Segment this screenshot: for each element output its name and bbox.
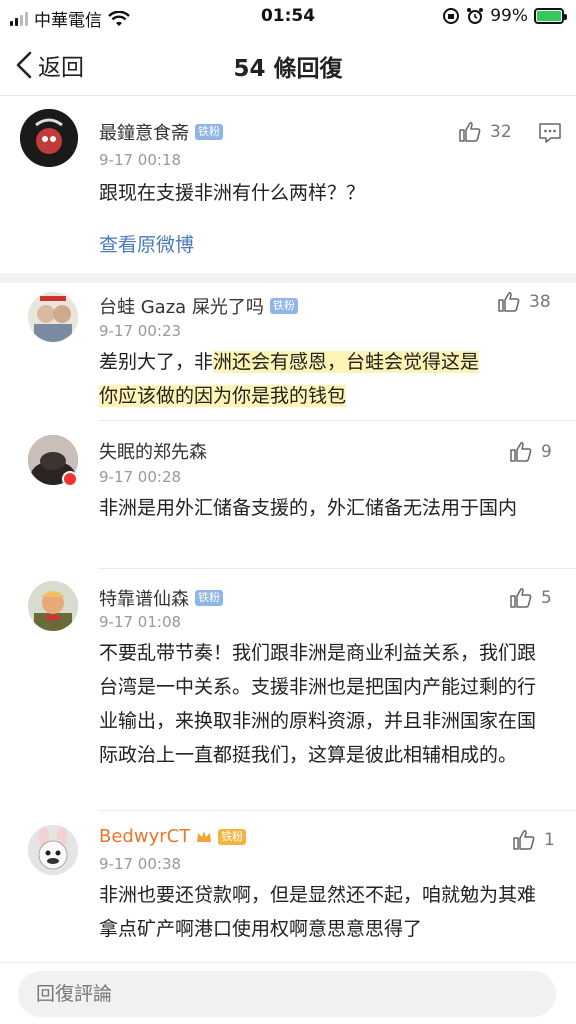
thumbs-up-icon	[498, 292, 520, 312]
avatar[interactable]	[20, 109, 78, 167]
timestamp: 9-17 00:28	[99, 468, 182, 486]
like-button[interactable]: 38	[497, 290, 551, 314]
username[interactable]: 失眠的郑先森	[99, 438, 207, 464]
avatar[interactable]	[28, 581, 78, 631]
fan-badge: 铁粉	[269, 298, 298, 314]
timestamp: 9-17 00:23	[99, 322, 182, 340]
orientation-lock-icon	[443, 8, 460, 24]
timestamp: 9-17 01:08	[99, 613, 182, 631]
like-button[interactable]: 1	[512, 828, 555, 852]
comment-text: 非洲也要还贷款啊，但是显然还不起，咱就勉为其难拿点矿产啊港口使用权啊意思意思得了	[99, 884, 537, 940]
comment-text: 跟现在支援非洲有什么两样？？	[99, 182, 366, 204]
thumbs-up-icon	[510, 442, 532, 462]
like-count: 32	[490, 122, 512, 142]
verified-badge	[62, 471, 78, 487]
reply-input[interactable]: 回復評論	[18, 971, 556, 1017]
reply-icon[interactable]	[538, 121, 562, 145]
comment-text: 不要乱带节奏！我们跟非洲是商业利益关系，我们跟台湾是一中关系。支援非洲也是把国内…	[99, 642, 537, 766]
reply-item: BedwyrCT 铁粉 9-17 00:38 非洲也要还贷款啊，但是显然还不起，…	[0, 811, 576, 962]
highlight-mark: 洲还会有感恩，台蛙会觉得这是	[213, 351, 480, 373]
timestamp: 9-17 00:18	[99, 151, 182, 169]
section-gap	[0, 273, 576, 283]
alarm-icon	[467, 8, 484, 24]
username[interactable]: 台蛙 Gaza 屎光了吗	[99, 293, 264, 319]
avatar[interactable]	[28, 825, 78, 875]
nav-bar: 返回 54 條回復	[0, 34, 576, 96]
username[interactable]: 最鐘意食斋	[99, 119, 189, 145]
thumbs-up-icon	[510, 588, 532, 608]
like-button[interactable]: 32	[458, 120, 512, 144]
like-button[interactable]: 9	[509, 440, 552, 464]
thumbs-up-icon	[513, 830, 535, 850]
reply-bar: 回復評論	[0, 962, 576, 1024]
reply-item: 失眠的郑先森 9-17 00:28 非洲是用外汇储备支援的，外汇储备无法用于国内…	[0, 421, 576, 569]
like-count: 9	[541, 442, 552, 462]
main-comment: 最鐘意食斋 铁粉 9-17 00:18 跟现在支援非洲有什么两样？？ 查看原微博…	[0, 97, 576, 273]
crown-icon	[196, 830, 212, 844]
page-title: 54 條回復	[233, 56, 343, 82]
like-count: 38	[529, 292, 551, 312]
like-count: 5	[541, 588, 552, 608]
username[interactable]: BedwyrCT	[99, 826, 190, 847]
battery-icon	[534, 8, 567, 24]
highlight-mark: 你应该做的因为你是我的钱包	[99, 385, 347, 407]
comment-text: 非洲是用外汇储备支援的，外汇储备无法用于国内	[99, 497, 518, 519]
status-bar: 中華電信 01:54 99%	[0, 0, 576, 34]
reply-item: 台蛙 Gaza 屎光了吗 铁粉 9-17 00:23 差别大了，非洲还会有感恩，…	[0, 283, 576, 421]
username[interactable]: 特靠谱仙森	[99, 585, 189, 611]
timestamp: 9-17 00:38	[99, 855, 182, 873]
reply-item: 特靠谱仙森 铁粉 9-17 01:08 不要乱带节奏！我们跟非洲是商业利益关系，…	[0, 569, 576, 811]
battery-percent: 99%	[490, 6, 528, 26]
fan-badge: 铁粉	[195, 124, 223, 140]
like-button[interactable]: 5	[509, 586, 552, 610]
fan-badge: 铁粉	[195, 590, 223, 606]
like-count: 1	[544, 830, 555, 850]
view-original-link[interactable]: 查看原微博	[99, 230, 194, 257]
fan-badge: 铁粉	[218, 828, 247, 845]
thumbs-up-icon	[459, 122, 481, 142]
avatar[interactable]	[28, 292, 78, 342]
comment-text: 差别大了，非洲还会有感恩，台蛙会觉得这是 你应该做的因为你是我的钱包	[99, 351, 480, 407]
